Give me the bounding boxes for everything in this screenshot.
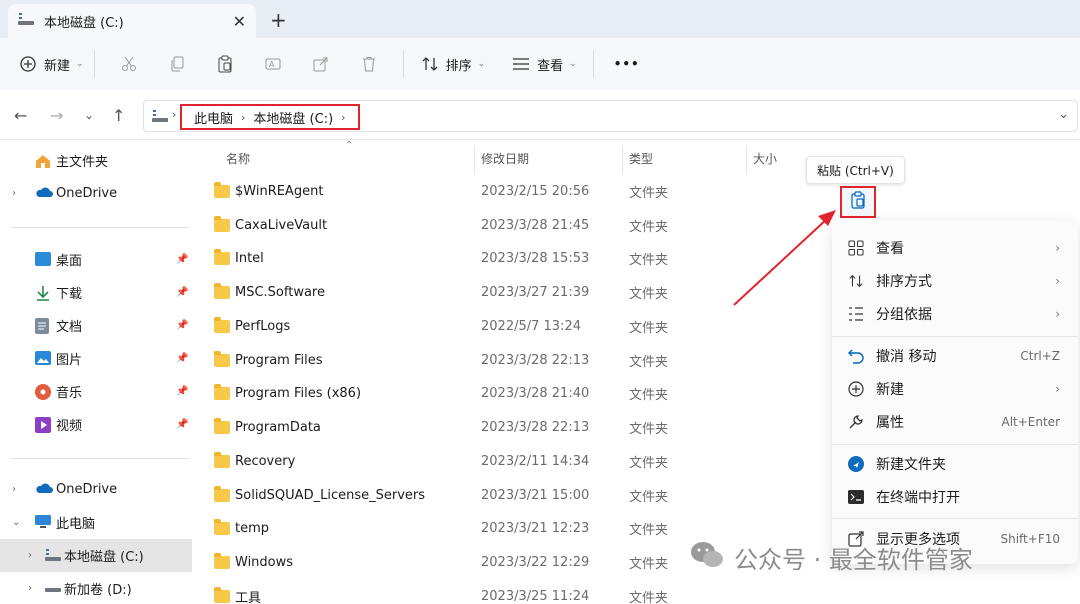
chevron-right-icon: › bbox=[1055, 241, 1060, 255]
divider bbox=[832, 336, 1078, 337]
divider bbox=[832, 444, 1078, 445]
menu-item-open-terminal[interactable]: 在终端中打开 bbox=[832, 481, 1078, 513]
grid-icon bbox=[848, 240, 864, 256]
menu-item-properties[interactable]: 属性 Alt+Enter bbox=[832, 406, 1078, 438]
chevron-right-icon: › bbox=[1055, 274, 1060, 288]
chevron-right-icon: › bbox=[1055, 307, 1060, 321]
terminal-icon bbox=[848, 489, 864, 505]
menu-item-label: 分组依据 bbox=[876, 307, 932, 323]
menu-item-group[interactable]: 分组依据 › bbox=[832, 298, 1078, 330]
divider bbox=[832, 518, 1078, 519]
watermark: 公众号 · 最全软件管家 bbox=[690, 540, 973, 575]
menu-item-view[interactable]: 查看 › bbox=[832, 232, 1078, 264]
undo-icon bbox=[848, 348, 864, 364]
menu-item-new[interactable]: 新建 › bbox=[832, 373, 1078, 405]
menu-item-label: 查看 bbox=[876, 241, 904, 257]
menu-item-label: 排序方式 bbox=[876, 274, 932, 290]
watermark-text: 公众号 · 最全软件管家 bbox=[734, 546, 973, 574]
wechat-icon bbox=[690, 541, 724, 575]
chevron-right-icon: › bbox=[1055, 382, 1060, 396]
group-list-icon bbox=[848, 306, 864, 322]
new-folder-icon bbox=[848, 456, 864, 472]
wrench-icon bbox=[848, 414, 864, 430]
menu-shortcut: Shift+F10 bbox=[1000, 532, 1060, 546]
menu-item-new-folder[interactable]: 新建文件夹 bbox=[832, 448, 1078, 480]
menu-item-label: 在终端中打开 bbox=[876, 490, 960, 506]
menu-item-undo[interactable]: 撤消 移动 Ctrl+Z bbox=[832, 340, 1078, 372]
menu-shortcut: Alt+Enter bbox=[1001, 415, 1060, 429]
menu-item-label: 新建文件夹 bbox=[876, 457, 946, 473]
plus-circle-icon bbox=[848, 381, 864, 397]
menu-item-label: 撤消 移动 bbox=[876, 349, 937, 365]
sort-icon bbox=[848, 273, 864, 289]
menu-shortcut: Ctrl+Z bbox=[1020, 349, 1060, 363]
context-menu: 查看 › 排序方式 › 分组依据 › 撤消 移动 Ctrl+Z 新建 › 属性 … bbox=[832, 220, 1078, 564]
menu-item-sort[interactable]: 排序方式 › bbox=[832, 265, 1078, 297]
menu-item-label: 属性 bbox=[876, 415, 904, 431]
menu-item-label: 新建 bbox=[876, 382, 904, 398]
